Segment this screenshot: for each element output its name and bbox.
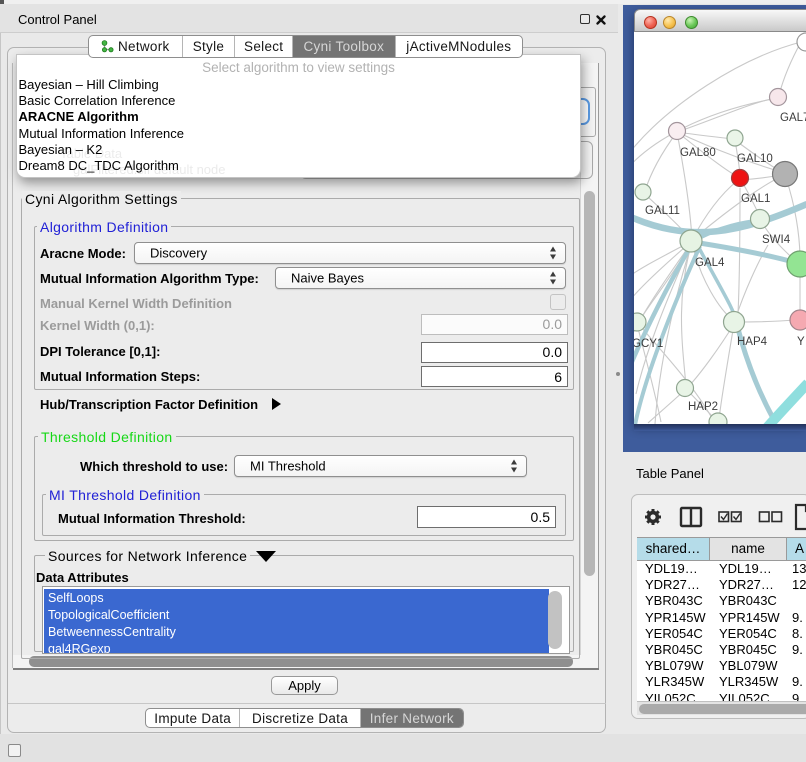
svg-text:Y: Y bbox=[797, 336, 805, 348]
svg-text:GAL80: GAL80 bbox=[680, 147, 716, 159]
svg-text:SWI4: SWI4 bbox=[762, 234, 791, 246]
svg-text:HAP2: HAP2 bbox=[688, 401, 718, 413]
svg-text:GCY1: GCY1 bbox=[634, 338, 663, 350]
svg-text:GAL10: GAL10 bbox=[737, 153, 773, 165]
svg-text:GAL1: GAL1 bbox=[741, 193, 770, 205]
svg-text:GAL4: GAL4 bbox=[695, 257, 725, 269]
svg-text:HAP4: HAP4 bbox=[737, 336, 768, 348]
svg-text:GAL7: GAL7 bbox=[780, 112, 806, 124]
svg-text:GAL11: GAL11 bbox=[645, 205, 680, 217]
